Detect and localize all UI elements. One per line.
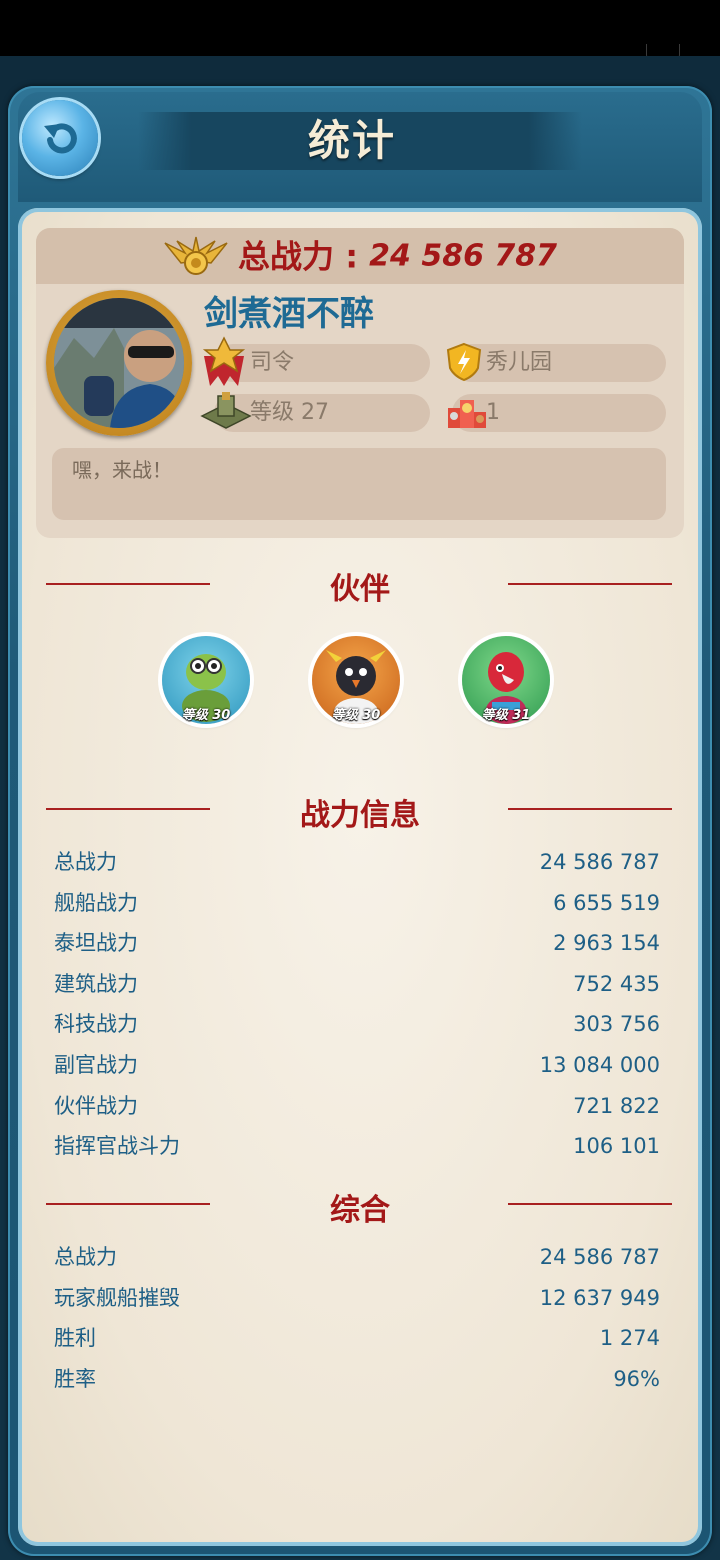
stat-value: 24 586 787	[539, 850, 660, 874]
rank-medal-icon	[202, 336, 246, 386]
player-name: 剑煮酒不醉	[204, 294, 374, 334]
stat-value: 1 274	[599, 1326, 660, 1350]
avatar-photo	[54, 298, 184, 428]
base-building-icon	[200, 392, 252, 429]
stat-label: 胜率	[54, 1367, 96, 1391]
stat-value: 106 101	[573, 1134, 660, 1158]
stat-label: 泰坦战力	[54, 931, 138, 955]
eagle-badge-icon	[164, 236, 228, 275]
stat-label: 玩家舰船摧毁	[54, 1286, 180, 1310]
stat-value: 2 963 154	[553, 931, 660, 955]
back-arrow-icon	[44, 123, 77, 154]
page-title: 统计	[307, 116, 396, 165]
stat-label: 总战力	[54, 1245, 117, 1269]
stat-row: 胜率 96%	[54, 1361, 660, 1397]
stat-row: 舰船战力 6 655 519	[54, 885, 660, 921]
stat-row: 建筑战力 752 435	[54, 966, 660, 1002]
stat-label: 总战力	[54, 850, 117, 874]
stat-row: 伙伴战力 721 822	[54, 1088, 660, 1124]
stat-label: 科技战力	[54, 1012, 138, 1036]
stat-value: 752 435	[573, 972, 660, 996]
avatar[interactable]	[46, 290, 192, 436]
stat-row: 胜利 1 274	[54, 1320, 660, 1356]
alliance-pill	[452, 344, 666, 382]
stat-label: 舰船战力	[54, 891, 138, 915]
power-info-title: 战力信息	[300, 798, 420, 833]
stat-row: 总战力 24 586 787	[54, 844, 660, 880]
total-power-line: 总战力 : 24 586 787	[0, 228, 720, 284]
alliance-shield-icon	[446, 342, 482, 382]
stat-row: 总战力 24 586 787	[54, 1239, 660, 1275]
partner-level: 等级 30	[331, 708, 381, 723]
stat-value: 303 756	[573, 1012, 660, 1036]
stat-label: 副官战力	[54, 1053, 138, 1077]
medals-count: 1	[486, 400, 500, 425]
stat-value: 13 084 000	[539, 1053, 660, 1077]
stat-value: 6 655 519	[553, 891, 660, 915]
partners-title: 伙伴	[330, 572, 390, 607]
stat-value: 721 822	[573, 1094, 660, 1118]
stat-row: 泰坦战力 2 963 154	[54, 925, 660, 961]
stat-value: 96%	[613, 1367, 660, 1391]
alliance-label: 秀儿园	[486, 350, 553, 375]
player-motto: 嘿，来战！	[72, 458, 172, 482]
podium-icon	[448, 400, 486, 428]
level-label: 等级 27	[250, 400, 329, 425]
partner-level: 等级 30	[181, 708, 231, 723]
status-bar	[0, 0, 720, 59]
summary-title: 综合	[330, 1193, 390, 1228]
stat-row: 科技战力 303 756	[54, 1006, 660, 1042]
stat-value: 12 637 949	[539, 1286, 660, 1310]
total-power-value: 24 586 787	[369, 238, 558, 274]
back-button[interactable]	[22, 100, 98, 176]
stat-label: 伙伴战力	[54, 1094, 138, 1118]
stat-label: 建筑战力	[54, 972, 138, 996]
stat-label: 胜利	[54, 1326, 96, 1350]
rank-label: 司令	[250, 350, 295, 375]
total-power-label: 总战力 :	[238, 237, 370, 276]
stat-row: 玩家舰船摧毁 12 637 949	[54, 1280, 660, 1316]
stat-row: 指挥官战斗力 106 101	[54, 1128, 660, 1164]
stat-value: 24 586 787	[539, 1245, 660, 1269]
partner-level: 等级 31	[481, 708, 531, 723]
stat-label: 指挥官战斗力	[54, 1134, 180, 1158]
stat-row: 副官战力 13 084 000	[54, 1047, 660, 1083]
